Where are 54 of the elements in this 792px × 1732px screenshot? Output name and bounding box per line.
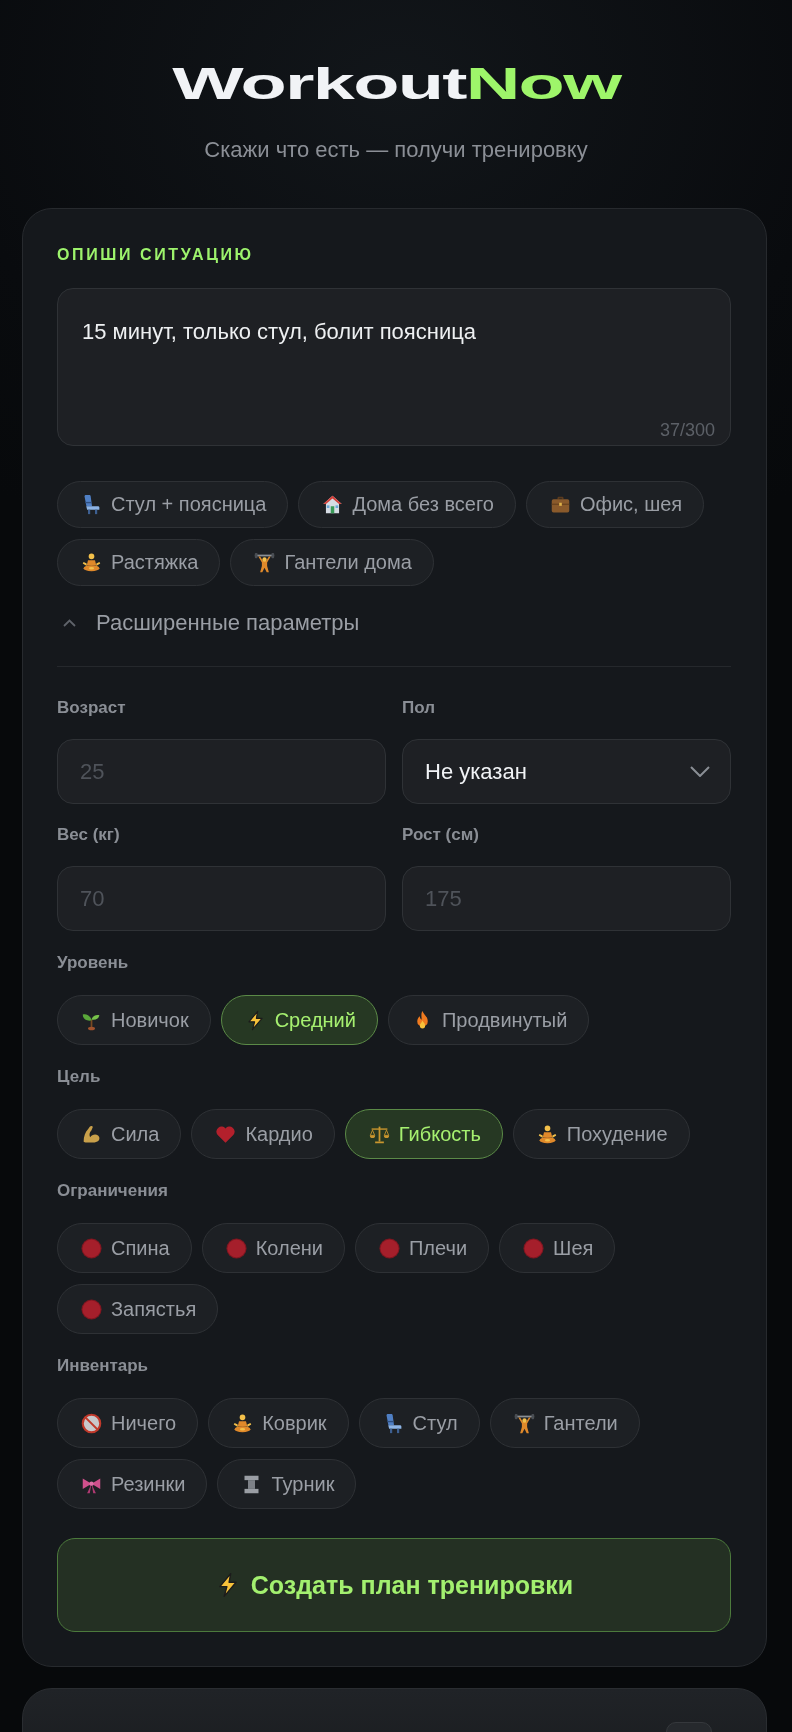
tagline: Скажи что есть — получи тренировку <box>204 136 588 164</box>
equipment-option[interactable]: Резинки <box>57 1459 208 1509</box>
house-icon <box>322 494 344 515</box>
briefcase-icon <box>549 494 571 515</box>
dot-icon <box>378 1237 400 1259</box>
advanced-toggle[interactable]: Расширенные параметры <box>57 608 360 638</box>
flexed-arm-icon <box>81 1123 102 1145</box>
meditating-figure-icon <box>81 552 102 573</box>
group-label: Цель <box>57 1066 102 1088</box>
dot-icon <box>81 1237 102 1259</box>
group-label: Инвентарь <box>57 1355 150 1377</box>
prohibited-icon <box>81 1412 102 1434</box>
field-label: Рост (см) <box>402 824 480 846</box>
goal-option[interactable]: Кардио <box>191 1109 335 1159</box>
dot-icon <box>81 1298 102 1320</box>
dot-icon <box>523 1237 545 1259</box>
equipment-option[interactable]: Коврик <box>208 1398 349 1448</box>
goal-option[interactable]: Гибкость <box>344 1109 503 1159</box>
dropdown[interactable]: Не указан <box>402 739 731 804</box>
level-option[interactable]: Средний <box>220 995 378 1045</box>
equipment-option[interactable]: Гантели <box>489 1398 640 1448</box>
equipment-option[interactable]: Ничего <box>57 1398 199 1448</box>
meditating-figure-icon <box>232 1412 254 1434</box>
limitation-option[interactable]: Спина <box>57 1223 192 1273</box>
preset-chip[interactable]: Растяжка <box>57 539 221 586</box>
goal-option[interactable]: Сила <box>57 1109 182 1159</box>
character-counter: 37/300 <box>659 419 715 441</box>
preset-chip[interactable]: Офис, шея <box>525 481 705 528</box>
goal-option[interactable]: Похудение <box>512 1109 690 1159</box>
create-plan-button[interactable]: Создать план тренировки <box>57 1538 731 1632</box>
field-label: Возраст <box>57 697 127 719</box>
limitation-option[interactable]: Шея <box>499 1223 616 1273</box>
preset-chip[interactable]: Стул + поясница <box>57 481 289 528</box>
chevron-up-icon <box>63 619 76 627</box>
level-option[interactable]: Новичок <box>57 995 211 1045</box>
preset-chip[interactable]: Гантели дома <box>230 539 434 586</box>
group-label: Ограничения <box>57 1180 169 1202</box>
limitation-option[interactable]: Колени <box>201 1223 345 1273</box>
weightlifter-icon <box>513 1412 535 1434</box>
limitation-option[interactable]: Запястья <box>57 1284 219 1334</box>
section-heading: ОПИШИ СИТУАЦИЮ <box>57 245 255 265</box>
meditating-figure-icon <box>536 1123 558 1145</box>
preset-chip[interactable]: Дома без всего <box>298 481 516 528</box>
field-label: Вес (кг) <box>57 824 121 846</box>
weightlifter-icon <box>254 552 276 573</box>
equipment-option[interactable]: Стул <box>358 1398 480 1448</box>
group-label: Уровень <box>57 952 130 974</box>
level-option[interactable]: Продвинутый <box>387 995 590 1045</box>
equipment-option[interactable]: Турник <box>217 1459 357 1509</box>
chevron-down-icon <box>690 766 710 777</box>
limitation-option[interactable]: Плечи <box>354 1223 490 1273</box>
dot-icon <box>225 1237 247 1259</box>
app-logo: WorkoutNow <box>171 60 621 108</box>
field-label: Пол <box>402 697 436 719</box>
